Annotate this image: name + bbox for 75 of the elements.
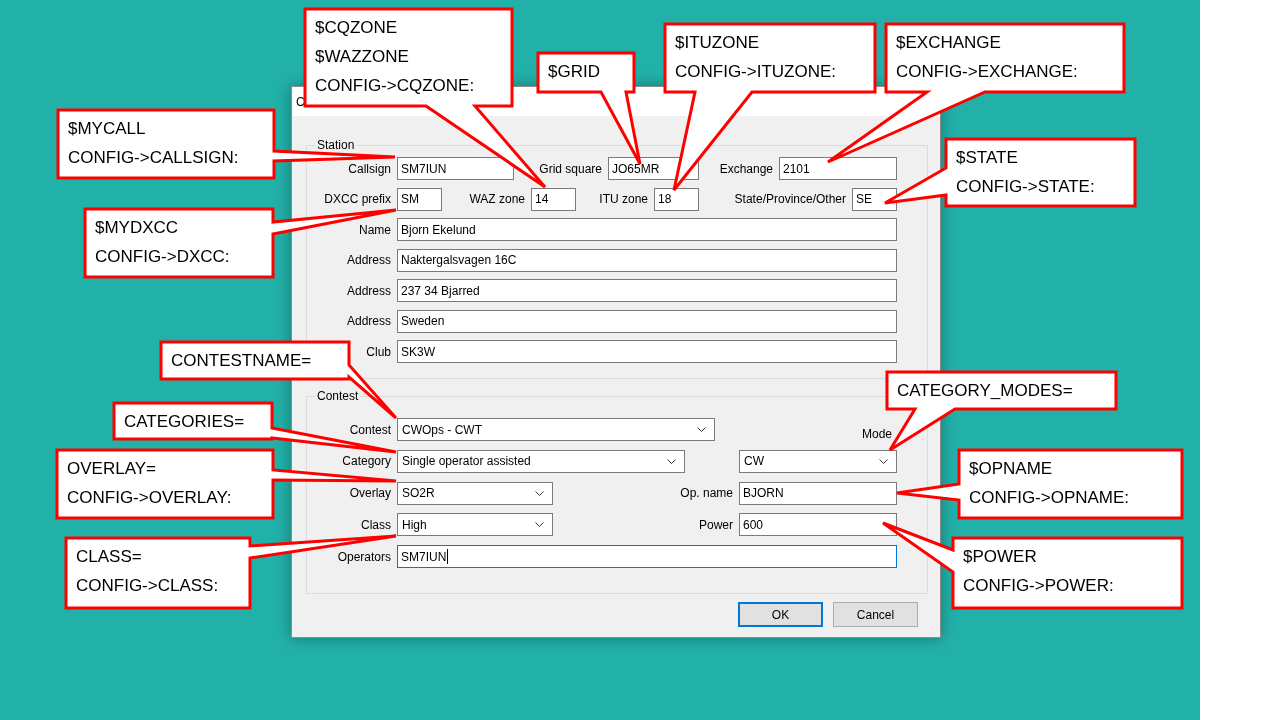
dropdown[interactable]: SO2R bbox=[397, 481, 553, 505]
chevron-down-icon bbox=[535, 522, 544, 528]
callout-text: $STATE bbox=[956, 147, 1018, 169]
text-field[interactable]: SM7IUN bbox=[397, 545, 897, 568]
text-field[interactable]: SE bbox=[852, 187, 897, 211]
field-label: Class bbox=[361, 517, 391, 532]
field-label: Club bbox=[366, 344, 391, 359]
text-field[interactable]: Bjorn Ekelund bbox=[397, 218, 897, 241]
field-label: Mode bbox=[861, 427, 892, 441]
text-field[interactable]: Naktergalsvagen 16C bbox=[397, 248, 897, 272]
dropdown[interactable]: CWOps - CWT bbox=[397, 418, 715, 441]
callout-text: CONFIG->DXCC: bbox=[95, 246, 230, 268]
dialog-button[interactable]: OK bbox=[738, 602, 823, 627]
text-field[interactable]: 600 bbox=[739, 513, 897, 537]
callout-text: $POWER bbox=[963, 546, 1037, 568]
field-label: Power bbox=[699, 517, 733, 532]
callout-text: $MYDXCC bbox=[95, 217, 179, 239]
text-cursor-icon bbox=[447, 549, 449, 564]
callout-text: CONFIG->CALLSIGN: bbox=[68, 147, 239, 169]
dialog-button[interactable]: Cancel bbox=[833, 602, 918, 627]
callout-text: CONFIG->ITUZONE: bbox=[675, 61, 837, 83]
group-title: Contest bbox=[316, 389, 360, 403]
chevron-down-icon bbox=[667, 458, 676, 464]
text-field[interactable]: Sweden bbox=[397, 309, 897, 333]
callout-text: $OPNAME bbox=[969, 458, 1053, 480]
callout-text: $WAZZONE bbox=[315, 46, 409, 68]
text-field[interactable]: SK3W bbox=[397, 340, 897, 363]
text-field[interactable]: BJORN bbox=[739, 481, 897, 505]
field-label: Op. name bbox=[680, 486, 733, 500]
chevron-down-icon bbox=[879, 458, 888, 464]
callout-text: OVERLAY= bbox=[67, 458, 156, 480]
field-label: DXCC prefix bbox=[324, 192, 391, 206]
text-field[interactable]: 237 34 Bjarred bbox=[397, 279, 897, 302]
group-title: Station bbox=[316, 138, 356, 152]
field-label: Overlay bbox=[349, 486, 391, 500]
callout-text: CONFIG->CQZONE: bbox=[315, 75, 475, 97]
callout-text: CONFIG->STATE: bbox=[956, 176, 1095, 198]
dropdown[interactable]: High bbox=[397, 513, 553, 537]
callout-text: CONFIG->EXCHANGE: bbox=[896, 61, 1078, 83]
text-field[interactable]: 14 bbox=[531, 187, 576, 211]
text-field[interactable]: 2101 bbox=[779, 157, 897, 180]
dropdown[interactable]: CW bbox=[739, 449, 897, 473]
dropdown[interactable]: Single operator assisted bbox=[397, 449, 685, 473]
callout-text: $CQZONE bbox=[315, 17, 398, 39]
window-title: C bbox=[296, 94, 305, 109]
field-label: State/Province/Other bbox=[734, 192, 846, 206]
callout-text: CATEGORY_MODES= bbox=[897, 380, 1073, 402]
field-label: Address bbox=[346, 314, 391, 328]
field-label: Name bbox=[359, 222, 391, 237]
field-label: Grid square bbox=[539, 161, 602, 176]
field-label: ITU zone bbox=[599, 192, 648, 206]
callout-text: $ITUZONE bbox=[675, 32, 760, 54]
text-field[interactable]: 18 bbox=[654, 187, 699, 211]
field-label: Address bbox=[346, 283, 391, 298]
callout-text: $EXCHANGE bbox=[896, 32, 1001, 54]
field-label: Exchange bbox=[719, 161, 773, 176]
field-label: WAZ zone bbox=[469, 192, 525, 206]
callout-text: CATEGORIES= bbox=[124, 411, 245, 433]
field-label: Operators bbox=[337, 549, 391, 564]
callout-text: CONFIG->POWER: bbox=[963, 575, 1114, 597]
callout-text: CONFIG->OPNAME: bbox=[969, 487, 1130, 509]
callout-text: $MYCALL bbox=[68, 118, 146, 140]
callout-text: $GRID bbox=[548, 61, 600, 83]
text-field[interactable]: SM bbox=[397, 187, 442, 211]
field-label: Address bbox=[346, 253, 391, 267]
callout-text: CLASS= bbox=[76, 546, 142, 568]
chevron-down-icon bbox=[535, 490, 544, 496]
callout-text: CONFIG->OVERLAY: bbox=[67, 487, 232, 509]
field-label: Category bbox=[342, 454, 391, 469]
field-label: Contest bbox=[349, 422, 391, 437]
text-field[interactable]: SM7IUN bbox=[397, 157, 514, 180]
callout-text: CONTESTNAME= bbox=[171, 350, 312, 372]
field-label: Callsign bbox=[348, 161, 391, 176]
chevron-down-icon bbox=[697, 427, 706, 432]
callout-text: CONFIG->CLASS: bbox=[76, 575, 219, 597]
